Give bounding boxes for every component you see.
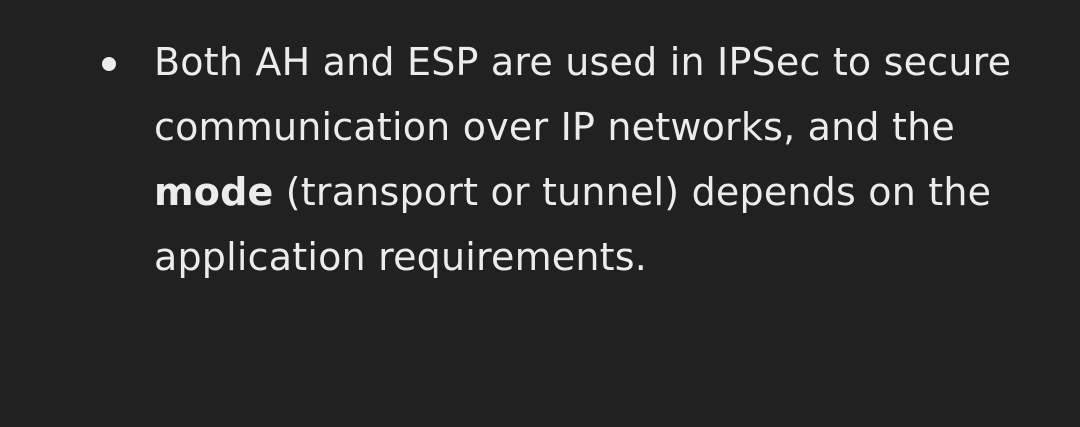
bullet-dot-icon bbox=[102, 57, 116, 71]
bullet-text-after: (transport or tunnel) depends on the app… bbox=[154, 170, 992, 279]
chat-message-content: Both AH and ESP are used in IPSec to sec… bbox=[0, 0, 1080, 427]
bullet-text-before: Both AH and ESP are used in IPSec to sec… bbox=[154, 40, 1012, 149]
bullet-text-emphasis: mode bbox=[154, 170, 274, 214]
bullet-item: Both AH and ESP are used in IPSec to sec… bbox=[102, 30, 1014, 290]
